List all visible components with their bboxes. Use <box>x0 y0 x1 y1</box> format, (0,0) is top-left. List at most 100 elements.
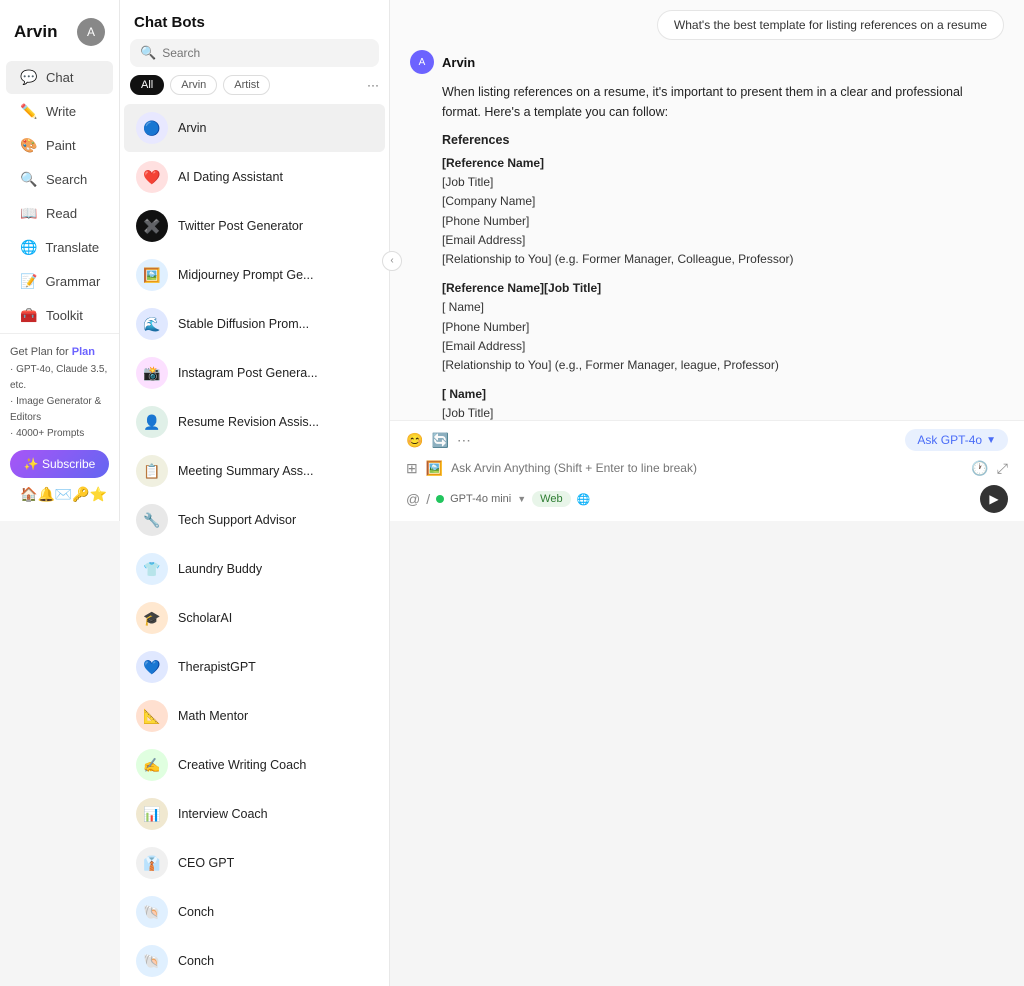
nav-label: Grammar <box>45 274 100 289</box>
bot-avatar: 🌊 <box>136 308 168 340</box>
chat-input[interactable] <box>451 457 963 479</box>
bot-list-item[interactable]: 🌊 Stable Diffusion Prom... <box>124 300 385 348</box>
plan-feature: · 4000+ Prompts <box>10 426 109 442</box>
sidebar-bottom: Get Plan for Plan · GPT-4o, Claude 3.5, … <box>0 333 119 513</box>
bot-list: 🔵 Arvin ❤️ AI Dating Assistant ✖️ Twitte… <box>120 103 389 986</box>
ask-label: Ask GPT-4o <box>917 433 982 447</box>
bot-name: Interview Coach <box>178 807 268 821</box>
reference-1: [Reference Name] [Job Title][Company Nam… <box>442 154 1004 269</box>
nav-label: Toolkit <box>46 308 83 323</box>
bot-list-item[interactable]: 💙 TherapistGPT <box>124 643 385 691</box>
filter-tab-arvin[interactable]: Arvin <box>170 75 217 95</box>
bot-avatar: 🐚 <box>136 945 168 977</box>
bot-list-item[interactable]: ✖️ Twitter Post Generator <box>124 202 385 250</box>
ref-line: [Company Name] <box>442 192 1004 211</box>
app-header: Arvin A <box>0 10 119 60</box>
bot-list-item[interactable]: 📐 Math Mentor <box>124 692 385 740</box>
bot-avatar: 👤 <box>136 406 168 438</box>
sidebar-item-chat[interactable]: 💬 Chat <box>6 61 113 94</box>
ref-line: [Email Address] <box>442 337 1004 356</box>
sidebar-item-translate[interactable]: 🌐Translate <box>6 231 113 264</box>
search-bar: 🔍 <box>130 39 379 67</box>
write-icon: ✏️ <box>20 103 38 120</box>
bot-name: Stable Diffusion Prom... <box>178 317 309 331</box>
plan-feature: · GPT-4o, Claude 3.5, etc. <box>10 362 109 394</box>
reference-3: [ Name] [Job Title]Company Name][Phone N… <box>442 385 1004 420</box>
message-icon[interactable]: ✉️ <box>55 486 72 503</box>
bot-name: Instagram Post Genera... <box>178 366 318 380</box>
at-icon[interactable]: @ <box>406 491 420 507</box>
sidebar-item-toolkit[interactable]: 🧰 Toolkit <box>6 299 113 332</box>
bot-list-item[interactable]: 🔧 Tech Support Advisor <box>124 496 385 544</box>
ref-line: [Job Title] <box>442 404 1004 420</box>
bot-sidebar: Chat Bots 🔍 AllArvinArtist ··· 🔵 Arvin ❤… <box>120 0 390 986</box>
search-input[interactable] <box>162 46 369 60</box>
bot-avatar: 📐 <box>136 700 168 732</box>
nav-label: Chat <box>46 70 73 85</box>
sidebar-item-grammar[interactable]: 📝 Grammar <box>6 265 113 298</box>
chat-icon: 💬 <box>20 69 38 86</box>
bot-list-item[interactable]: 📋 Meeting Summary Ass... <box>124 447 385 495</box>
key-icon[interactable]: 🔑 <box>72 486 89 503</box>
nav-label: Translate <box>45 240 99 255</box>
input-bottom-bar: @ / GPT-4o mini ▼ Web 🌐 ▶ <box>406 485 1008 513</box>
bot-list-item[interactable]: 🎓 ScholarAI <box>124 594 385 642</box>
plan-link[interactable]: Plan <box>72 346 95 358</box>
chat-top-bar: What's the best template for listing ref… <box>390 0 1024 50</box>
bot-avatar: 🐚 <box>136 896 168 928</box>
send-button[interactable]: ▶ <box>980 485 1008 513</box>
bot-list-item[interactable]: 👔 CEO GPT <box>124 839 385 887</box>
sidebar-item-write[interactable]: ✏️Write <box>6 95 113 128</box>
notification-icon[interactable]: 🔔 <box>37 486 54 503</box>
bot-list-item[interactable]: 👤 Resume Revision Assis... <box>124 398 385 446</box>
more-icon[interactable]: ⋯ <box>457 432 471 449</box>
bot-list-item[interactable]: ✍️ Creative Writing Coach <box>124 741 385 789</box>
image-icon[interactable]: 🖼️ <box>426 460 443 477</box>
bot-list-item[interactable]: 🖼️ Midjourney Prompt Ge... <box>124 251 385 299</box>
slash-icon[interactable]: / <box>426 491 430 507</box>
bot-avatar: ✖️ <box>136 210 168 242</box>
sidebar-item-paint[interactable]: 🎨Paint <box>6 129 113 162</box>
bot-name: Conch <box>178 954 214 968</box>
grid-icon[interactable]: ⊞ <box>406 460 418 477</box>
bot-name: Laundry Buddy <box>178 562 262 576</box>
expand-icon[interactable]: ⤢ <box>997 460 1008 477</box>
search-icon: 🔍 <box>20 171 38 188</box>
sidebar-item-search[interactable]: 🔍Search <box>6 163 113 196</box>
ask-dropdown-icon: ▼ <box>986 435 996 446</box>
ask-button[interactable]: Ask GPT-4o ▼ <box>905 429 1008 451</box>
bot-list-item[interactable]: 📸 Instagram Post Genera... <box>124 349 385 397</box>
bot-name: Midjourney Prompt Ge... <box>178 268 313 282</box>
filter-tab-artist[interactable]: Artist <box>223 75 270 95</box>
emoji-icon[interactable]: 😊 <box>406 432 423 449</box>
bot-avatar: ❤️ <box>136 161 168 193</box>
star-icon[interactable]: ⭐ <box>90 486 107 503</box>
home-icon[interactable]: 🏠 <box>20 486 37 503</box>
bot-avatar: 📸 <box>136 357 168 389</box>
grammar-icon: 📝 <box>20 273 37 290</box>
model-chevron-icon[interactable]: ▼ <box>517 494 526 504</box>
ref-line: [Relationship to You] (e.g., Former Mana… <box>442 356 1004 375</box>
bot-list-item[interactable]: 📊 Interview Coach <box>124 790 385 838</box>
user-avatar[interactable]: A <box>77 18 105 46</box>
bot-list-item[interactable]: 👕 Laundry Buddy <box>124 545 385 593</box>
left-sidebar: Arvin A 💬 Chat ✏️Write🎨Paint🔍Search📖Read🌐T… <box>0 0 120 521</box>
plan-feature: · Image Generator & Editors <box>10 394 109 426</box>
subscribe-button[interactable]: ✨ Subscribe <box>10 450 109 478</box>
collapse-sidebar-button[interactable]: ‹ <box>382 251 402 271</box>
web-badge: Web <box>532 491 570 507</box>
toolkit-icon: 🧰 <box>20 307 38 324</box>
input-icons-right: Ask GPT-4o ▼ <box>905 429 1008 451</box>
bot-list-item[interactable]: ❤️ AI Dating Assistant <box>124 153 385 201</box>
bot-list-item[interactable]: 🐚 Conch <box>124 937 385 985</box>
clock-icon[interactable]: 🕐 <box>971 460 988 477</box>
refresh-icon[interactable]: 🔄 <box>431 432 448 449</box>
bot-list-item[interactable]: 🐚 Conch <box>124 888 385 936</box>
bot-list-item[interactable]: 🔵 Arvin <box>124 104 385 152</box>
sender-avatar: A <box>410 50 434 74</box>
main-chat: What's the best template for listing ref… <box>390 0 1024 521</box>
bot-name: Meeting Summary Ass... <box>178 464 313 478</box>
filter-tab-all[interactable]: All <box>130 75 164 95</box>
more-filters-button[interactable]: ··· <box>367 78 379 92</box>
sidebar-item-read[interactable]: 📖Read <box>6 197 113 230</box>
